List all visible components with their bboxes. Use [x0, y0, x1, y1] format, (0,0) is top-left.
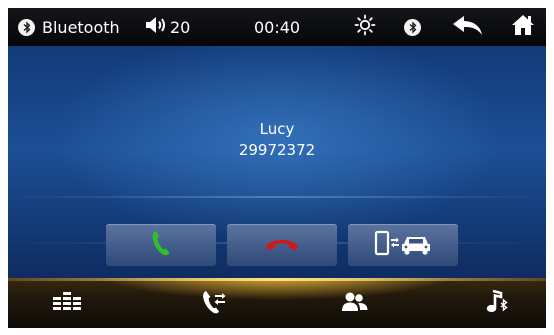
keypad-icon [52, 291, 82, 317]
call-log-button[interactable] [184, 286, 244, 322]
end-call-button[interactable] [227, 224, 337, 266]
bluetooth-icon [18, 18, 35, 36]
answer-call-button[interactable] [106, 224, 216, 266]
contacts-icon [341, 291, 369, 317]
home-icon [511, 14, 535, 40]
call-screen: Lucy 29972372 [8, 46, 546, 278]
dial-pad-button[interactable] [37, 286, 97, 322]
bluetooth-status [18, 8, 35, 46]
bluetooth-settings-button[interactable] [404, 8, 421, 46]
head-unit-screen: Bluetooth 20 00:40 Lucy 29972372 [8, 8, 546, 328]
phone-to-car-icon [374, 230, 432, 260]
home-button[interactable] [511, 8, 535, 46]
clock: 00:40 [254, 17, 301, 37]
call-log-icon [201, 289, 227, 319]
phone-hangup-icon [264, 236, 300, 255]
decor-line [8, 196, 546, 198]
status-bar: Bluetooth 20 00:40 [8, 8, 546, 46]
contacts-button[interactable] [325, 286, 385, 322]
speaker-icon [144, 15, 168, 39]
bluetooth-icon [404, 18, 421, 36]
phone-answer-icon [151, 230, 171, 260]
volume-button[interactable] [144, 8, 168, 46]
bluetooth-music-button[interactable] [467, 286, 527, 322]
source-label: Bluetooth [42, 17, 120, 37]
phone-number: 29972372 [238, 141, 316, 159]
bottom-nav [8, 278, 546, 328]
brightness-icon [354, 14, 376, 40]
volume-level: 20 [170, 17, 191, 37]
back-button[interactable] [452, 8, 484, 46]
highlight-strip [8, 278, 546, 281]
back-arrow-icon [452, 14, 484, 40]
brightness-button[interactable] [354, 8, 376, 46]
transfer-audio-button[interactable] [348, 224, 458, 266]
contact-name: Lucy [259, 120, 295, 138]
bluetooth-music-icon [484, 289, 510, 319]
